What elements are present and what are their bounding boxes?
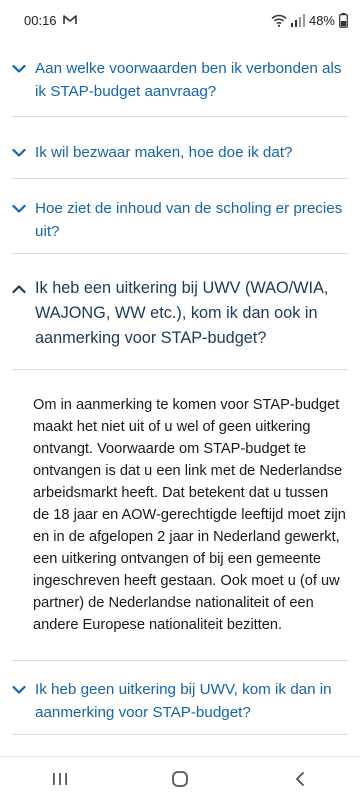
faq-list: Aan welke voorwaarden ben ik verbonden a… <box>12 40 348 735</box>
chevron-up-icon <box>12 285 26 294</box>
status-time: 00:16 <box>24 12 57 28</box>
faq-question: Ik wil bezwaar maken, hoe doe ik dat? <box>35 144 293 161</box>
faq-header[interactable]: Hoe ziet de inhoud van de scholing er pr… <box>12 197 348 243</box>
recent-apps-icon <box>53 773 67 785</box>
faq-header[interactable]: Ik heb een uitkering bij UWV (WAO/WIA, W… <box>12 276 348 369</box>
status-bar: 00:16 48% <box>0 0 360 40</box>
faq-answer-text: Om in aanmerking te komen voor STAP-budg… <box>33 397 346 633</box>
faq-item: Ik heb geen uitkering bij UWV, kom ik da… <box>12 661 348 735</box>
recent-apps-button[interactable] <box>36 757 84 801</box>
chevron-down-icon <box>12 148 26 157</box>
status-left: 00:16 <box>24 13 77 28</box>
faq-question: Aan welke voorwaarden ben ik verbonden a… <box>35 60 342 100</box>
faq-item: Aan welke voorwaarden ben ik verbonden a… <box>12 40 348 117</box>
faq-answer: Om in aanmerking te komen voor STAP-budg… <box>12 369 348 660</box>
back-button[interactable] <box>276 757 324 801</box>
faq-header[interactable]: Ik wil bezwaar maken, hoe doe ik dat? <box>12 141 348 164</box>
battery-icon <box>339 12 348 28</box>
wifi-icon <box>271 14 287 27</box>
back-icon <box>296 772 304 786</box>
faq-header[interactable]: Aan welke voorwaarden ben ik verbonden a… <box>12 57 348 103</box>
chevron-down-icon <box>12 64 26 73</box>
faq-item-expanded: Ik heb een uitkering bij UWV (WAO/WIA, W… <box>12 254 348 661</box>
status-right: 48% <box>271 12 348 28</box>
faq-item: Ik wil bezwaar maken, hoe doe ik dat? <box>12 117 348 179</box>
faq-question: Ik heb een uitkering bij UWV (WAO/WIA, W… <box>35 279 329 347</box>
chevron-down-icon <box>12 685 26 694</box>
mail-icon <box>62 15 77 24</box>
faq-question: Ik heb geen uitkering bij UWV, kom ik da… <box>35 681 332 721</box>
home-icon <box>172 771 188 787</box>
home-button[interactable] <box>156 757 204 801</box>
signal-icon <box>290 13 305 27</box>
faq-item: Hoe ziet de inhoud van de scholing er pr… <box>12 179 348 254</box>
battery-percentage: 48% <box>308 12 335 28</box>
chevron-down-icon <box>12 204 26 213</box>
navigation-bar <box>0 756 360 801</box>
faq-header[interactable]: Ik heb geen uitkering bij UWV, kom ik da… <box>12 678 348 724</box>
faq-question: Hoe ziet de inhoud van de scholing er pr… <box>35 200 343 240</box>
